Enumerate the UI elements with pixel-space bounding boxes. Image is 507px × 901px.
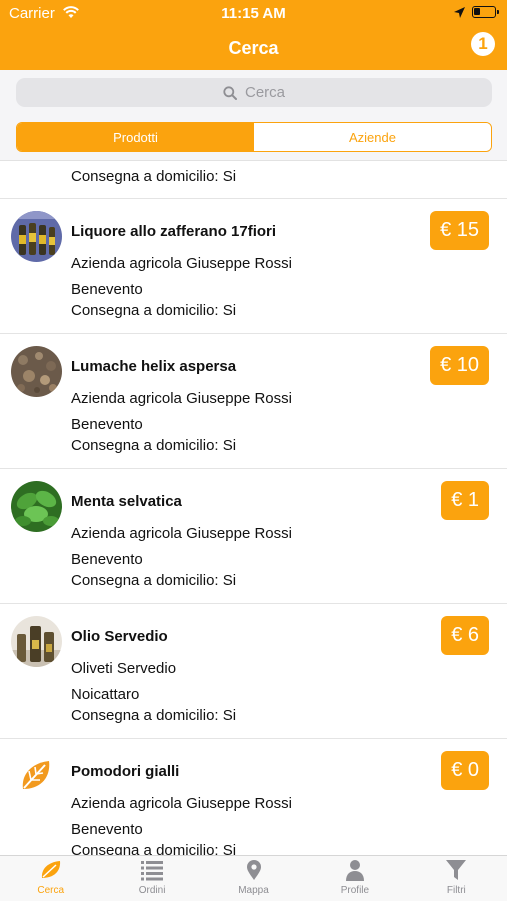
list-item[interactable]: Pomodori gialli Azienda agricola Giusepp… (0, 739, 507, 855)
tab-label: Cerca (37, 885, 65, 896)
tab-cerca[interactable]: Cerca (0, 856, 101, 901)
list-item[interactable]: Lumache helix aspersa Azienda agricola G… (0, 334, 507, 469)
tab-filtri[interactable]: Filtri (406, 856, 507, 901)
search-input[interactable]: Cerca (16, 78, 492, 107)
status-bar: Carrier 11:15 AM (0, 0, 507, 28)
person-icon (345, 860, 364, 881)
segment-aziende[interactable]: Aziende (254, 123, 491, 151)
tab-label: Filtri (446, 885, 466, 896)
city: Noicattaro (71, 686, 140, 703)
product-name: Lumache helix aspersa (71, 358, 237, 375)
delivery-text: Consegna a domicilio: Si (71, 707, 237, 724)
delivery-text: Consegna a domicilio: Si (71, 302, 237, 319)
delivery-text: Consegna a domicilio: Si (71, 572, 237, 589)
price-badge: € 15 (430, 211, 489, 250)
product-thumbnail (11, 481, 62, 532)
notification-badge[interactable]: 1 (471, 32, 495, 56)
price-badge: € 6 (441, 616, 489, 655)
delivery-text: Consegna a domicilio: Si (71, 842, 237, 855)
city: Benevento (71, 416, 143, 433)
company-name: Azienda agricola Giuseppe Rossi (71, 390, 292, 407)
price-badge: € 10 (430, 346, 489, 385)
list-item-partial[interactable]: Consegna a domicilio: Si (0, 160, 507, 199)
product-name: Olio Servedio (71, 628, 168, 645)
delivery-text: Consegna a domicilio: Si (71, 437, 237, 454)
list-item[interactable]: Menta selvatica Azienda agricola Giusepp… (0, 469, 507, 604)
company-name: Azienda agricola Giuseppe Rossi (71, 525, 292, 542)
tab-label: Mappa (238, 885, 269, 896)
product-thumbnail (11, 346, 62, 397)
tab-label: Ordini (138, 885, 166, 896)
city: Benevento (71, 821, 143, 838)
city: Benevento (71, 281, 143, 298)
clock: 11:15 AM (221, 5, 286, 22)
app-leaf-logo-icon (11, 751, 62, 802)
list-item[interactable]: Liquore allo zafferano 17fiori Azienda a… (0, 199, 507, 334)
tab-profile[interactable]: Profile (304, 856, 405, 901)
product-name: Menta selvatica (71, 493, 182, 510)
search-area: Cerca Prodotti Aziende (0, 70, 507, 161)
tab-ordini[interactable]: Ordini (101, 856, 202, 901)
navigation-header: Carrier 11:15 AM Cerca 1 (0, 0, 507, 70)
product-thumbnail (11, 211, 62, 262)
price-badge: € 1 (441, 481, 489, 520)
product-list: Consegna a domicilio: Si Liquore allo za… (0, 160, 507, 855)
company-name: Azienda agricola Giuseppe Rossi (71, 255, 292, 272)
search-icon (223, 85, 237, 100)
segment-prodotti[interactable]: Prodotti (17, 123, 254, 151)
delivery-text: Consegna a domicilio: Si (71, 168, 237, 185)
list-icon (141, 861, 164, 881)
segmented-control: Prodotti Aziende (16, 122, 492, 152)
location-arrow-icon (454, 7, 465, 18)
company-name: Azienda agricola Giuseppe Rossi (71, 795, 292, 812)
page-title: Cerca (228, 38, 279, 58)
product-name: Liquore allo zafferano 17fiori (71, 223, 277, 240)
company-name: Oliveti Servedio (71, 660, 177, 677)
search-placeholder: Cerca (244, 84, 285, 101)
leaf-icon (41, 861, 60, 878)
city: Benevento (71, 551, 143, 568)
price-badge: € 0 (441, 751, 489, 790)
map-pin-icon (246, 860, 261, 880)
tab-label: Profile (340, 885, 370, 896)
battery-icon (472, 6, 499, 18)
product-thumbnail (11, 616, 62, 667)
tab-bar: Cerca Ordini Mappa Profile Filtri (0, 855, 507, 901)
list-item[interactable]: Olio Servedio Oliveti Servedio Noicattar… (0, 604, 507, 739)
product-name: Pomodori gialli (71, 763, 180, 780)
tab-mappa[interactable]: Mappa (203, 856, 304, 901)
filter-icon (446, 860, 467, 880)
